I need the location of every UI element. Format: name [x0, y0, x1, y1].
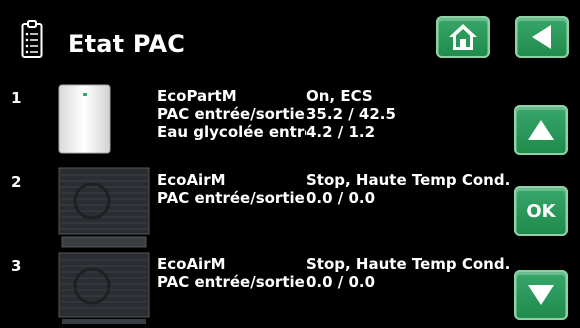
ecoair-unit-image	[58, 167, 150, 249]
unit-status: On, ECS	[306, 88, 373, 105]
row-value: 0.0 / 0.0	[306, 274, 376, 291]
home-button[interactable]	[436, 16, 490, 58]
row-value: 35.2 / 42.5	[306, 106, 396, 123]
row-label: Eau glycolée entrée/sortie	[157, 124, 306, 141]
up-arrow-icon	[525, 116, 557, 144]
row-label: PAC entrée/sortie	[157, 190, 305, 207]
ok-button[interactable]: OK	[514, 186, 568, 236]
unit-name: EcoPartM	[157, 88, 237, 105]
row-label: PAC entrée/sortie	[157, 106, 305, 123]
ok-label: OK	[526, 200, 556, 222]
ecoair-unit-image	[58, 252, 150, 324]
page-title: Etat PAC	[68, 30, 186, 58]
unit-status: Stop, Haute Temp Cond.	[306, 172, 511, 189]
unit-number: 2	[11, 173, 22, 191]
back-arrow-icon	[527, 22, 557, 52]
unit-number: 3	[11, 257, 22, 275]
row-value: 0.0 / 0.0	[306, 190, 376, 207]
scroll-down-button[interactable]	[514, 270, 568, 320]
ecopart-unit-image	[58, 84, 111, 154]
unit-number: 1	[11, 89, 22, 107]
scroll-up-button[interactable]	[514, 105, 568, 155]
down-arrow-icon	[525, 281, 557, 309]
clipboard-icon	[21, 19, 43, 59]
unit-status: Stop, Haute Temp Cond.	[306, 256, 511, 273]
row-label: PAC entrée/sortie	[157, 274, 305, 291]
unit-name: EcoAirM	[157, 172, 226, 189]
row-value: 4.2 / 1.2	[306, 124, 376, 141]
home-icon	[446, 21, 480, 53]
unit-name: EcoAirM	[157, 256, 226, 273]
back-button[interactable]	[515, 16, 569, 58]
